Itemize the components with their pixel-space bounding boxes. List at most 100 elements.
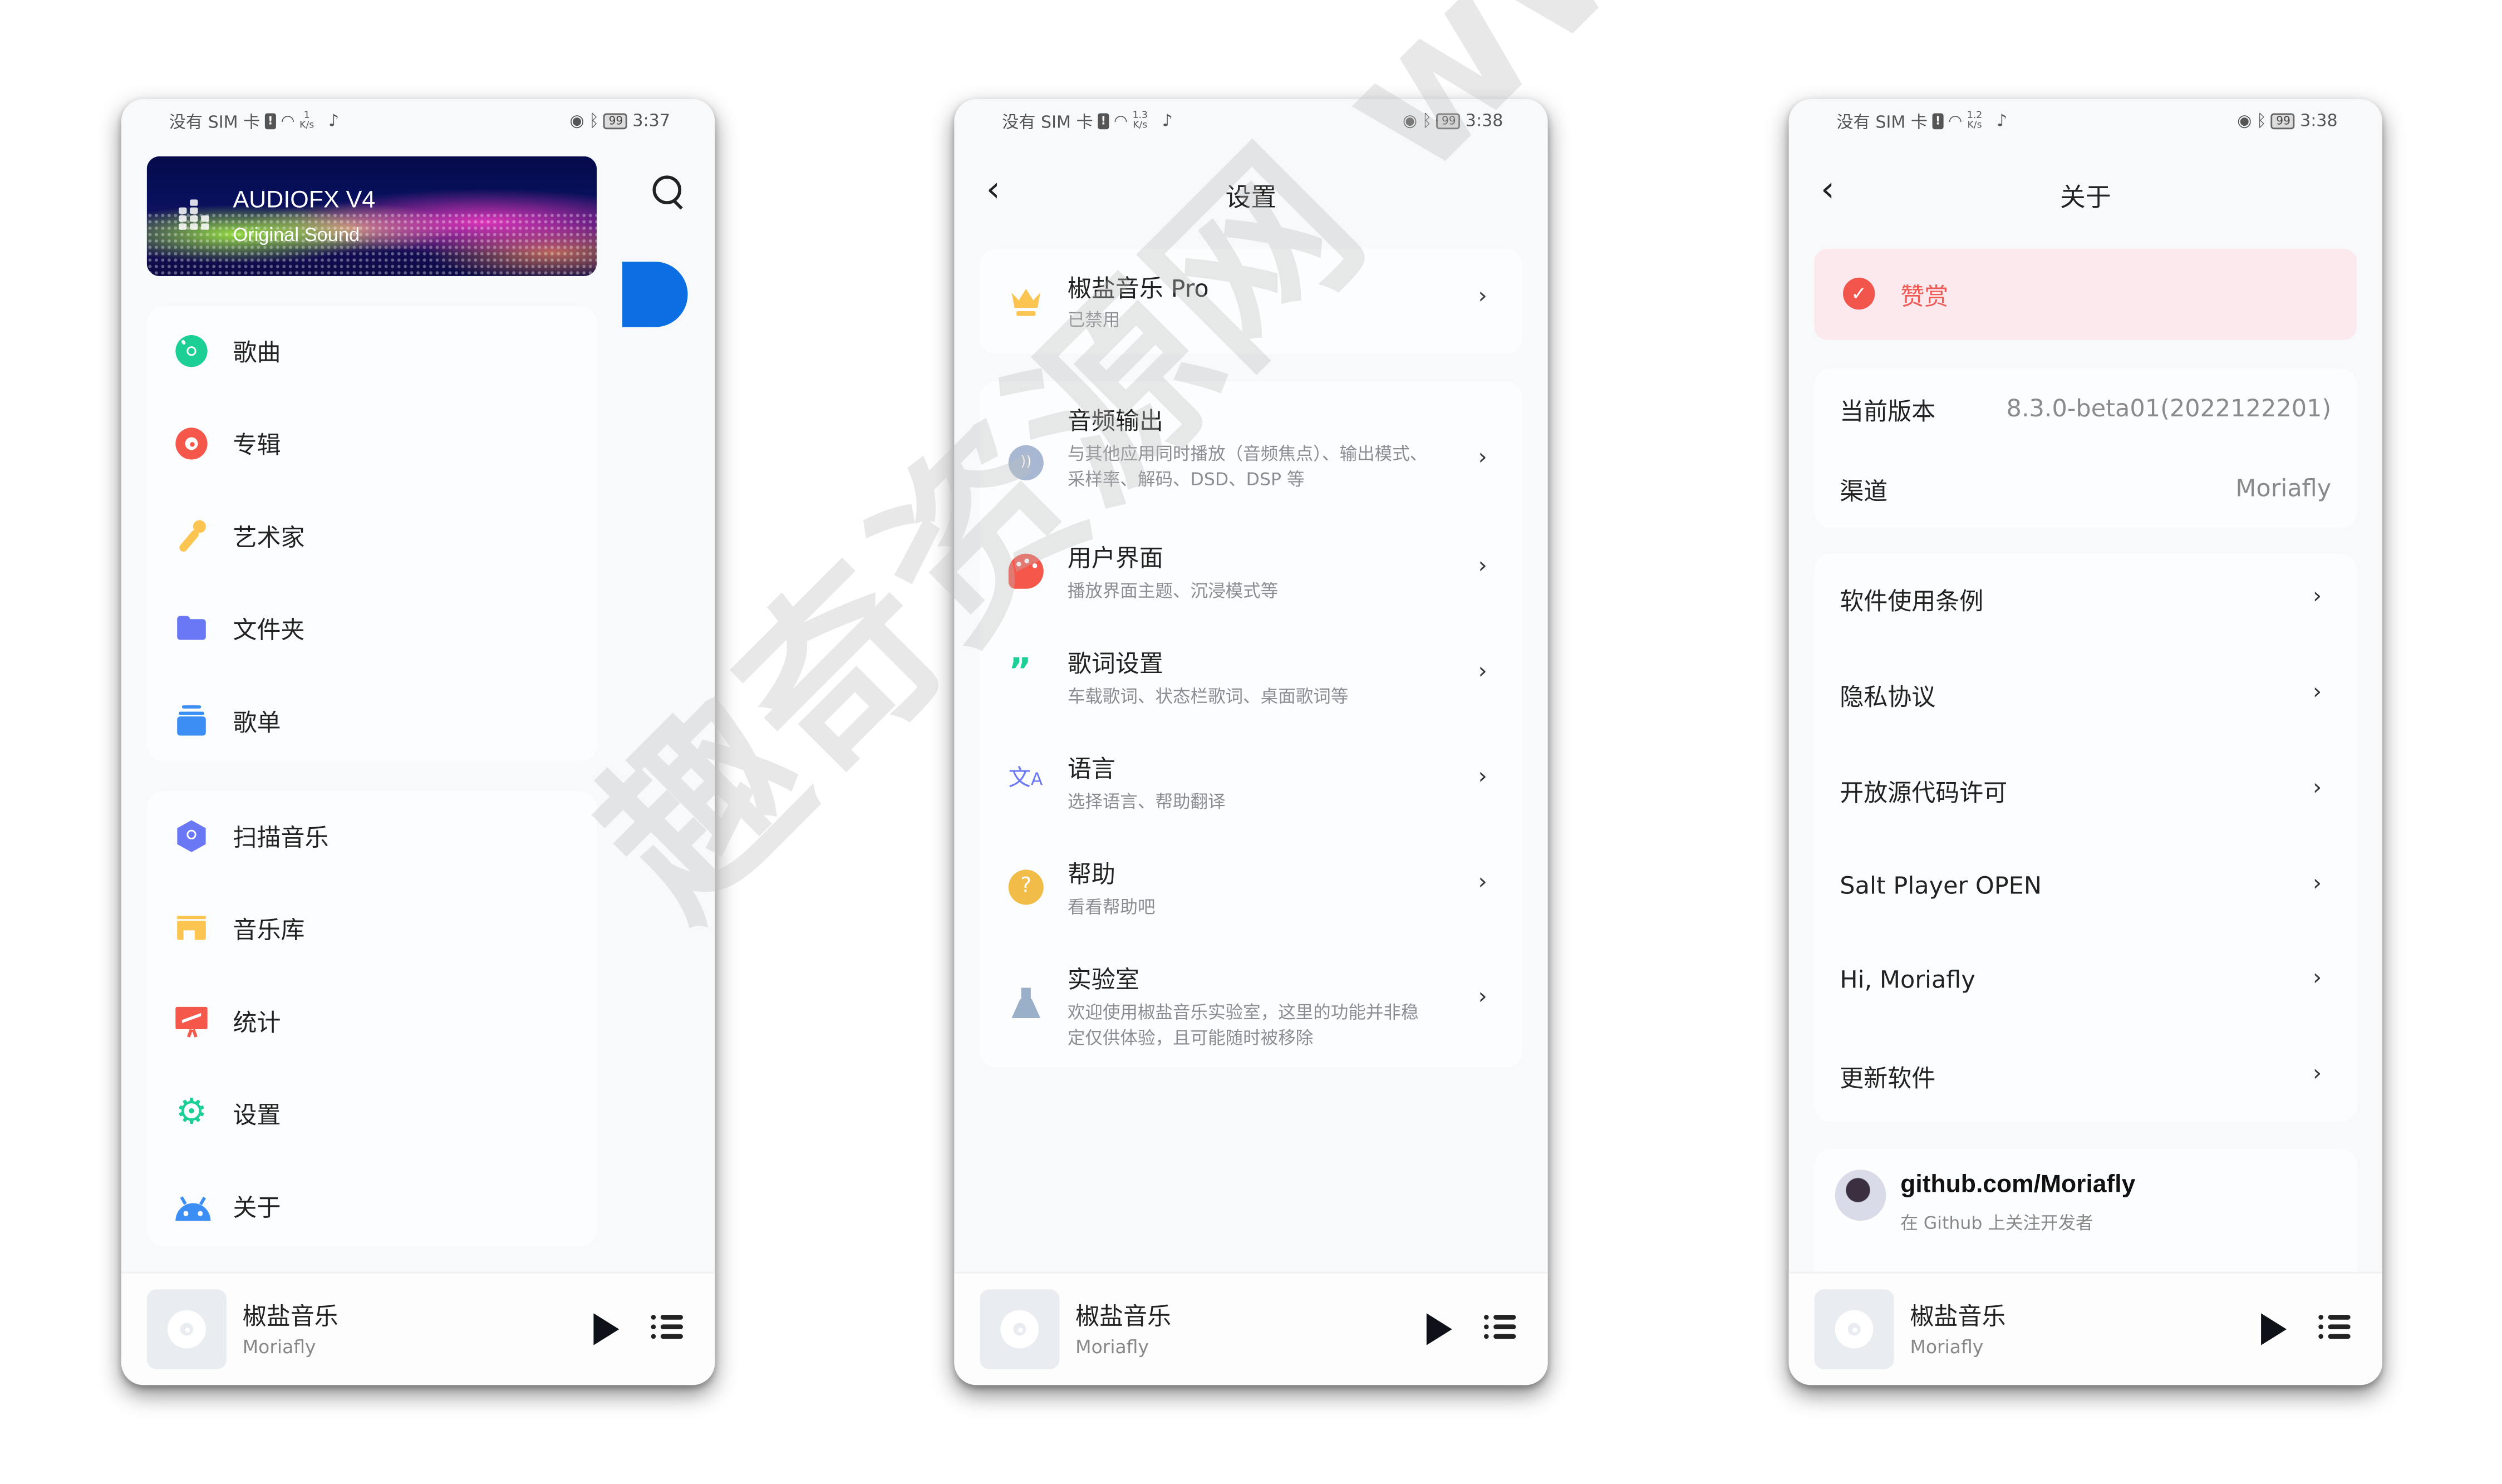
net-speed: 1.2 K/s xyxy=(1967,109,1983,131)
menu-label: 音乐库 xyxy=(233,916,305,945)
mini-player-title: 椒盐音乐 xyxy=(1910,1302,2006,1331)
menu-item-about[interactable]: 关于 xyxy=(147,1175,597,1239)
info-key: 当前版本 xyxy=(1840,397,1936,426)
menu-label: 专辑 xyxy=(233,431,281,460)
settings-row-ui[interactable]: 用户界面 播放界面主题、沉浸模式等 › xyxy=(980,534,1522,624)
clock: 3:37 xyxy=(632,111,671,131)
menu-item-songs[interactable]: 歌曲 xyxy=(147,319,597,383)
row-subtitle: 欢迎使用椒盐音乐实验室，这里的功能并非稳定仅供体验，且可能随时被移除 xyxy=(1067,1002,1419,1049)
sim-alert-icon: ! xyxy=(1098,113,1109,130)
sound-wave-icon: )) xyxy=(1008,445,1044,480)
music-note-icon: ♪ xyxy=(328,111,340,131)
row-title: 歌词设置 xyxy=(1067,649,1163,679)
mini-player[interactable]: 椒盐音乐 Moriafly xyxy=(1788,1271,2382,1385)
play-icon[interactable] xyxy=(593,1313,620,1345)
pro-card[interactable]: 椒盐音乐 Pro 已禁用 › xyxy=(980,249,1522,355)
battery-icon: 99 xyxy=(1437,113,1461,130)
phone-settings-screen: 没有 SIM 卡 ! ◠ 1.3 K/s ♪ ◉ ᛒ 99 3:38 ‹ 设置 椒… xyxy=(954,99,1548,1385)
audiofx-banner[interactable]: AUDIOFX V4 Original Sound xyxy=(146,156,597,276)
row-subtitle: 播放界面主题、沉浸模式等 xyxy=(1067,581,1279,602)
carrier-text: 没有 SIM 卡 xyxy=(169,112,260,132)
github-subtitle: 在 Github 上关注开发者 xyxy=(1900,1212,2093,1234)
scan-cube-icon xyxy=(175,820,207,852)
row-subtitle: 看看帮助吧 xyxy=(1067,897,1156,918)
drawer-handle-tab[interactable] xyxy=(622,262,688,327)
disc-icon xyxy=(1000,1310,1039,1349)
menu-label: 歌单 xyxy=(233,708,281,738)
settings-row-pro[interactable]: 椒盐音乐 Pro 已禁用 › xyxy=(980,249,1522,354)
chevron-right-icon: › xyxy=(2312,584,2322,610)
sim-alert-icon: ! xyxy=(264,113,276,130)
row-title: 用户界面 xyxy=(1067,544,1163,573)
row-title: 实验室 xyxy=(1067,965,1139,994)
mini-player[interactable]: 椒盐音乐 Moriafly xyxy=(954,1271,1548,1385)
chevron-right-icon: › xyxy=(2312,775,2322,802)
clock: 3:38 xyxy=(2300,111,2338,131)
play-icon[interactable] xyxy=(2261,1313,2287,1345)
top-app-bar: ‹ 设置 xyxy=(954,163,1547,220)
top-app-bar: ‹ 关于 xyxy=(1789,163,2382,220)
menu-item-settings[interactable]: ⚙ 设置 xyxy=(147,1082,597,1146)
menu-item-playlists[interactable]: 歌单 xyxy=(147,689,597,753)
banner-title: AUDIOFX V4 xyxy=(233,186,376,214)
link-label: 软件使用条例 xyxy=(1840,587,1984,616)
translate-icon: 文A xyxy=(1008,766,1043,792)
clock: 3:38 xyxy=(1465,111,1503,131)
net-speed: 1.3 K/s xyxy=(1132,109,1148,131)
android-icon xyxy=(175,1191,211,1222)
github-link[interactable]: github.com/Moriafly xyxy=(1900,1171,2135,1200)
eye-icon: ◉ xyxy=(1402,111,1418,131)
menu-label: 歌曲 xyxy=(233,338,281,367)
library-menu-card: 歌曲 专辑 艺术家 文件夹 歌单 xyxy=(146,306,597,761)
link-row-terms[interactable]: 软件使用条例 › xyxy=(1814,568,2357,632)
github-card[interactable]: github.com/Moriafly 在 Github 上关注开发者 xyxy=(1814,1149,2357,1293)
link-label: 更新软件 xyxy=(1840,1064,1936,1093)
mini-player-title: 椒盐音乐 xyxy=(242,1302,338,1331)
menu-item-albums[interactable]: 专辑 xyxy=(147,412,597,476)
queue-list-icon[interactable] xyxy=(651,1315,683,1340)
chevron-right-icon: › xyxy=(2312,680,2322,706)
link-row-privacy[interactable]: 隐私协议 › xyxy=(1814,664,2357,728)
crown-icon xyxy=(1009,284,1044,319)
queue-list-icon[interactable] xyxy=(1484,1315,1516,1340)
menu-item-statistics[interactable]: 统计 xyxy=(147,989,597,1053)
settings-row-lab[interactable]: 实验室 欢迎使用椒盐音乐实验室，这里的功能并非稳定仅供体验，且可能随时被移除 › xyxy=(980,956,1522,1061)
settings-row-language[interactable]: 文A 语言 选择语言、帮助翻译 › xyxy=(980,745,1522,835)
chevron-right-icon: › xyxy=(1478,284,1487,310)
reward-button[interactable]: ✓ 赞赏 xyxy=(1814,249,2357,340)
settings-row-audio-output[interactable]: )) 音频输出 与其他应用同时播放（音频焦点）、输出模式、采样率、解码、DSD、… xyxy=(980,397,1522,522)
status-bar: 没有 SIM 卡 ! ◠ 1.2 K/s ♪ ◉ ᛒ 99 3:38 xyxy=(1837,109,2338,134)
link-row-salt-player-open[interactable]: Salt Player OPEN › xyxy=(1814,856,2357,920)
play-icon[interactable] xyxy=(1426,1313,1452,1345)
about-links-card: 软件使用条例 › 隐私协议 › 开放源代码许可 › Salt Player OPEN ›… xyxy=(1814,553,2357,1122)
carrier-text: 没有 SIM 卡 xyxy=(1002,112,1093,132)
menu-item-music-library[interactable]: 音乐库 xyxy=(147,897,597,961)
link-row-open-source[interactable]: 开放源代码许可 › xyxy=(1814,760,2357,824)
mini-player-artist: Moriafly xyxy=(1075,1335,1149,1358)
settings-row-help[interactable]: ? 帮助 看看帮助吧 › xyxy=(980,851,1522,940)
menu-item-folders[interactable]: 文件夹 xyxy=(147,597,597,661)
quote-icon: ” xyxy=(1008,652,1032,693)
mini-player[interactable]: 椒盐音乐 Moriafly xyxy=(121,1271,715,1385)
menu-label: 艺术家 xyxy=(233,523,305,552)
music-note-icon: ♪ xyxy=(1997,111,2008,131)
disc-icon xyxy=(175,335,208,367)
chevron-right-icon: › xyxy=(1478,984,1487,1010)
menu-item-artists[interactable]: 艺术家 xyxy=(147,504,597,568)
music-note-icon: ♪ xyxy=(1162,111,1173,131)
search-icon[interactable] xyxy=(652,175,682,204)
info-value: 8.3.0-beta01(2022122201) xyxy=(2006,394,2332,423)
link-row-update[interactable]: 更新软件 › xyxy=(1814,1045,2357,1109)
store-icon xyxy=(175,913,207,945)
chevron-right-icon: › xyxy=(1478,764,1487,790)
chevron-right-icon: › xyxy=(1478,553,1487,579)
net-speed: 1 K/s xyxy=(299,109,314,131)
settings-row-lyrics[interactable]: ” 歌词设置 车载歌词、状态栏歌词、桌面歌词等 › xyxy=(980,640,1522,730)
menu-item-scan-music[interactable]: 扫描音乐 xyxy=(147,804,597,868)
screenshot-stage: 没有 SIM 卡 ! ◠ 1 K/s ♪ ◉ ᛒ 99 3:37 AUDIOFX … xyxy=(0,0,2502,1484)
help-icon: ? xyxy=(1008,869,1044,905)
menu-label: 统计 xyxy=(233,1008,281,1038)
queue-list-icon[interactable] xyxy=(2318,1315,2351,1340)
link-row-hi-moriafly[interactable]: Hi, Moriafly › xyxy=(1814,950,2357,1014)
version-info-card: 当前版本 8.3.0-beta01(2022122201) 渠道 Moriafl… xyxy=(1814,368,2357,528)
